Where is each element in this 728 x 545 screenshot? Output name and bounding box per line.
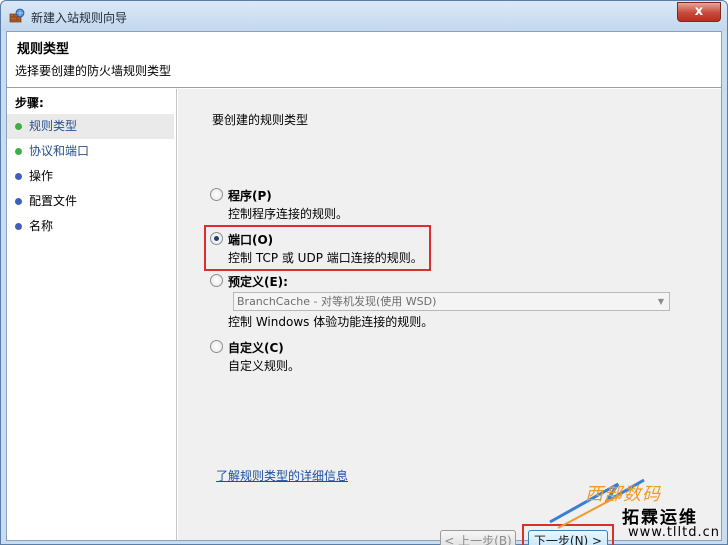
- steps-heading: 步骤:: [15, 96, 44, 110]
- option-description: 自定义规则。: [228, 359, 301, 373]
- predefined-radio[interactable]: [210, 274, 223, 287]
- wizard-client-area: 规则类型 选择要创建的防火墙规则类型 步骤: 规则类型 协议和端口 操作 配置文…: [6, 31, 722, 545]
- port-radio[interactable]: [210, 232, 223, 245]
- select-value: BranchCache - 对等机发现(使用 WSD): [237, 295, 437, 308]
- rule-type-question: 要创建的规则类型: [212, 113, 309, 127]
- step-label: 名称: [29, 219, 54, 233]
- step-item-profile[interactable]: 配置文件: [7, 189, 176, 214]
- back-button[interactable]: < 上一步(B): [440, 530, 516, 545]
- program-radio[interactable]: [210, 188, 223, 201]
- step-status-icon: [15, 198, 22, 205]
- step-status-icon: [15, 148, 22, 155]
- step-label: 操作: [29, 169, 54, 183]
- custom-radio[interactable]: [210, 340, 223, 353]
- window-title: 新建入站规则向导: [31, 11, 128, 25]
- wizard-window: 新建入站规则向导 x 规则类型 选择要创建的防火墙规则类型 步骤: 规则类型 协…: [0, 0, 728, 545]
- steps-panel: 步骤: 规则类型 协议和端口 操作 配置文件 名称: [7, 89, 177, 540]
- step-label: 规则类型: [29, 119, 78, 133]
- step-status-icon: [15, 223, 22, 230]
- step-item-protocol-ports[interactable]: 协议和端口: [7, 139, 176, 164]
- chevron-down-icon: ▼: [657, 297, 665, 306]
- close-button[interactable]: x: [677, 2, 721, 22]
- step-label: 配置文件: [29, 194, 78, 208]
- wizard-header: 规则类型 选择要创建的防火墙规则类型: [7, 32, 721, 88]
- step-item-name[interactable]: 名称: [7, 214, 176, 239]
- watermark-url: www.tlltd.cn: [628, 525, 721, 540]
- firewall-icon: [9, 8, 25, 24]
- title-bar: 新建入站规则向导 x: [1, 1, 727, 31]
- rule-types-help-link[interactable]: 了解规则类型的详细信息: [216, 467, 348, 484]
- option-title: 预定义(E):: [228, 275, 288, 289]
- step-label: 协议和端口: [29, 144, 90, 158]
- close-icon: x: [694, 4, 704, 19]
- next-button[interactable]: 下一步(N) >: [528, 530, 608, 545]
- option-description: 控制程序连接的规则。: [228, 207, 349, 221]
- option-title: 端口(O): [228, 233, 274, 247]
- option-description: 控制 TCP 或 UDP 端口连接的规则。: [228, 251, 423, 265]
- step-status-icon: [15, 173, 22, 180]
- option-description: 控制 Windows 体验功能连接的规则。: [228, 315, 434, 329]
- step-status-icon: [15, 123, 22, 130]
- predefined-select[interactable]: BranchCache - 对等机发现(使用 WSD) ▼: [233, 292, 670, 311]
- step-item-action[interactable]: 操作: [7, 164, 176, 189]
- option-title: 自定义(C): [228, 341, 284, 355]
- page-subtitle: 选择要创建的防火墙规则类型: [15, 64, 172, 78]
- page-title: 规则类型: [17, 42, 70, 57]
- step-item-rule-type[interactable]: 规则类型: [7, 114, 174, 139]
- steps-list: 规则类型 协议和端口 操作 配置文件 名称: [7, 114, 176, 239]
- option-title: 程序(P): [228, 189, 272, 203]
